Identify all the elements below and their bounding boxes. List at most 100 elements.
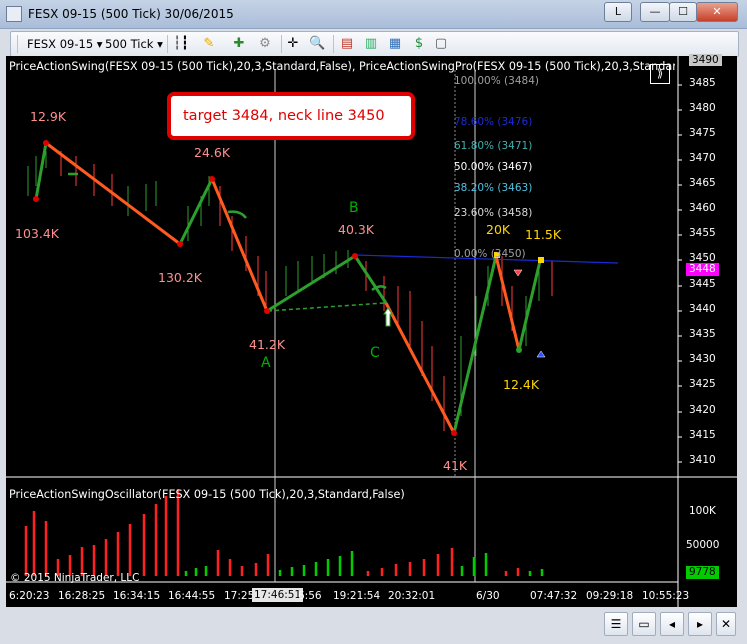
fib-level-label: 38.20% (3463) — [454, 182, 533, 194]
chart-tab-bar: ☰ ▭ ◂ ▸ ✕ — [0, 608, 747, 644]
time-label: 6:20:23 — [9, 590, 50, 602]
time-label: 6:56 — [298, 590, 322, 602]
swing-volume-label: 130.2K — [158, 270, 202, 285]
oscillator-down-bars — [24, 489, 520, 576]
abc-dashed-line — [267, 302, 385, 312]
price-label: 3415 — [689, 429, 716, 441]
swing-volume-label: 40.3K — [338, 222, 375, 237]
pattern-point-a: A — [261, 355, 271, 371]
chart-toolbar: FESX 09-15 ▾ 500 Tick ▾ ┆┇ ✎ ✚ ⚙ ✛ 🔍 ▤ ▥… — [10, 31, 739, 57]
bar-type-icon[interactable]: ┆┇ — [173, 36, 189, 52]
toolbar-grip — [17, 35, 18, 53]
copyright-notice: © 2015 NinjaTrader, LLC — [10, 572, 140, 584]
oscillator-up-bars — [184, 551, 544, 576]
price-label: 3455 — [689, 227, 716, 239]
swing-volume-label: 12.9K — [30, 109, 67, 124]
crosshair-time-label: 17:46:51 — [252, 588, 304, 602]
time-label: 10:55:23 — [642, 590, 690, 602]
properties-icon[interactable]: ▢ — [433, 36, 449, 52]
time-label: 20:32:01 — [388, 590, 436, 602]
fib-level-label: 61.80% (3471) — [454, 140, 533, 152]
window-title: FESX 09-15 (500 Tick) 30/06/2015 — [28, 7, 234, 21]
swing-points — [33, 140, 457, 436]
price-label: 3425 — [689, 378, 716, 390]
oscillator-current-flag: 9778 — [686, 566, 719, 579]
price-label: 3470 — [689, 152, 716, 164]
price-label: 3490 — [689, 54, 722, 66]
swing-point-high-marker — [538, 257, 544, 263]
time-label: 16:28:25 — [58, 590, 106, 602]
toolbar-separator — [333, 35, 334, 53]
oscillator-label: 100K — [689, 505, 716, 517]
sell-triangle — [513, 269, 523, 277]
tab-add-icon[interactable]: ▭ — [632, 612, 656, 636]
dollar-icon[interactable]: $ — [411, 36, 427, 52]
time-label: 07:47:32 — [530, 590, 578, 602]
target-annotation[interactable]: target 3484, neck line 3450 — [167, 92, 415, 140]
fib-level-label: 0.00% (3450) — [454, 248, 526, 260]
time-label: 09:29:18 — [586, 590, 634, 602]
interval-selector[interactable]: 500 Tick ▾ — [105, 35, 163, 53]
price-label: 3445 — [689, 278, 716, 290]
zoom-icon[interactable]: 🔍 — [309, 36, 325, 52]
chart-trader-icon[interactable]: ▥ — [363, 36, 379, 52]
price-axis-ticks — [678, 84, 682, 463]
swing-volume-label: 103.4K — [15, 226, 59, 241]
pattern-point-c: C — [370, 345, 380, 361]
price-label: 3435 — [689, 328, 716, 340]
price-label: 3410 — [689, 454, 716, 466]
chart-panel[interactable]: PriceActionSwing(FESX 09-15 (500 Tick),2… — [6, 54, 737, 607]
time-label: 6/30 — [476, 590, 500, 602]
buy-triangle — [536, 350, 546, 358]
price-label: 3420 — [689, 404, 716, 416]
oscillator-label: 50000 — [686, 539, 720, 551]
fib-level-label: 50.00% (3467) — [454, 161, 533, 173]
oscillator-header: PriceActionSwingOscillator(FESX 09-15 (5… — [9, 488, 405, 501]
price-label: 3440 — [689, 303, 716, 315]
instrument-selector[interactable]: FESX 09-15 ▾ — [27, 35, 103, 53]
close-button[interactable]: ✕ — [696, 2, 738, 22]
current-price-flag: 3448 — [686, 263, 719, 276]
maximize-button[interactable]: ☐ — [669, 2, 697, 22]
language-button[interactable]: L — [604, 2, 632, 22]
app-icon — [6, 6, 22, 22]
toolbar-separator — [167, 35, 168, 53]
fib-level-label: 100.00% (3484) — [454, 75, 539, 87]
fib-level-label: 23.60% (3458) — [454, 207, 533, 219]
swing-volume-label: 12.4K — [503, 377, 540, 392]
time-label: 17:25 — [224, 590, 255, 602]
swing-volume-label: 41.2K — [249, 337, 286, 352]
chart-properties-icon[interactable]: ▦ — [387, 36, 403, 52]
tab-scroll-right-icon[interactable]: ▸ — [688, 612, 712, 636]
pencil-drawing-icon[interactable]: ✎ — [201, 36, 217, 52]
toolbar-separator — [281, 35, 282, 53]
pattern-point-b: B — [349, 200, 359, 216]
price-label: 3430 — [689, 353, 716, 365]
time-label: 16:44:55 — [168, 590, 216, 602]
swing-volume-label: 24.6K — [194, 145, 231, 160]
price-label: 3460 — [689, 202, 716, 214]
swing-volume-label: 20K — [486, 222, 511, 237]
tab-close-icon[interactable]: ✕ — [716, 612, 736, 636]
tab-list-icon[interactable]: ☰ — [604, 612, 628, 636]
add-indicator-icon[interactable]: ✚ — [231, 36, 247, 52]
indicator-header: PriceActionSwing(FESX 09-15 (500 Tick),2… — [9, 60, 675, 73]
tab-scroll-left-icon[interactable]: ◂ — [660, 612, 684, 636]
window-titlebar: FESX 09-15 (500 Tick) 30/06/2015 L — ☐ ✕ — [0, 0, 747, 29]
minimize-button[interactable]: — — [640, 2, 670, 22]
time-label: 16:34:15 — [113, 590, 161, 602]
swing-volume-label: 41K — [443, 458, 468, 473]
order-entry-icon[interactable]: ▤ — [339, 36, 355, 52]
price-label: 3465 — [689, 177, 716, 189]
swing-point-low — [516, 347, 522, 353]
strategy-icon[interactable]: ⚙ — [257, 36, 273, 52]
swing-curve — [227, 210, 247, 219]
interval-label: 500 Tick — [105, 37, 154, 51]
price-label: 3475 — [689, 127, 716, 139]
price-label: 3485 — [689, 77, 716, 89]
crosshair-icon[interactable]: ✛ — [285, 36, 301, 52]
instrument-label: FESX 09-15 — [27, 37, 94, 51]
fib-level-label: 78.60% (3476) — [454, 116, 533, 128]
time-label: 19:21:54 — [333, 590, 381, 602]
scroll-right-icon[interactable]: ⟫ — [650, 64, 670, 84]
